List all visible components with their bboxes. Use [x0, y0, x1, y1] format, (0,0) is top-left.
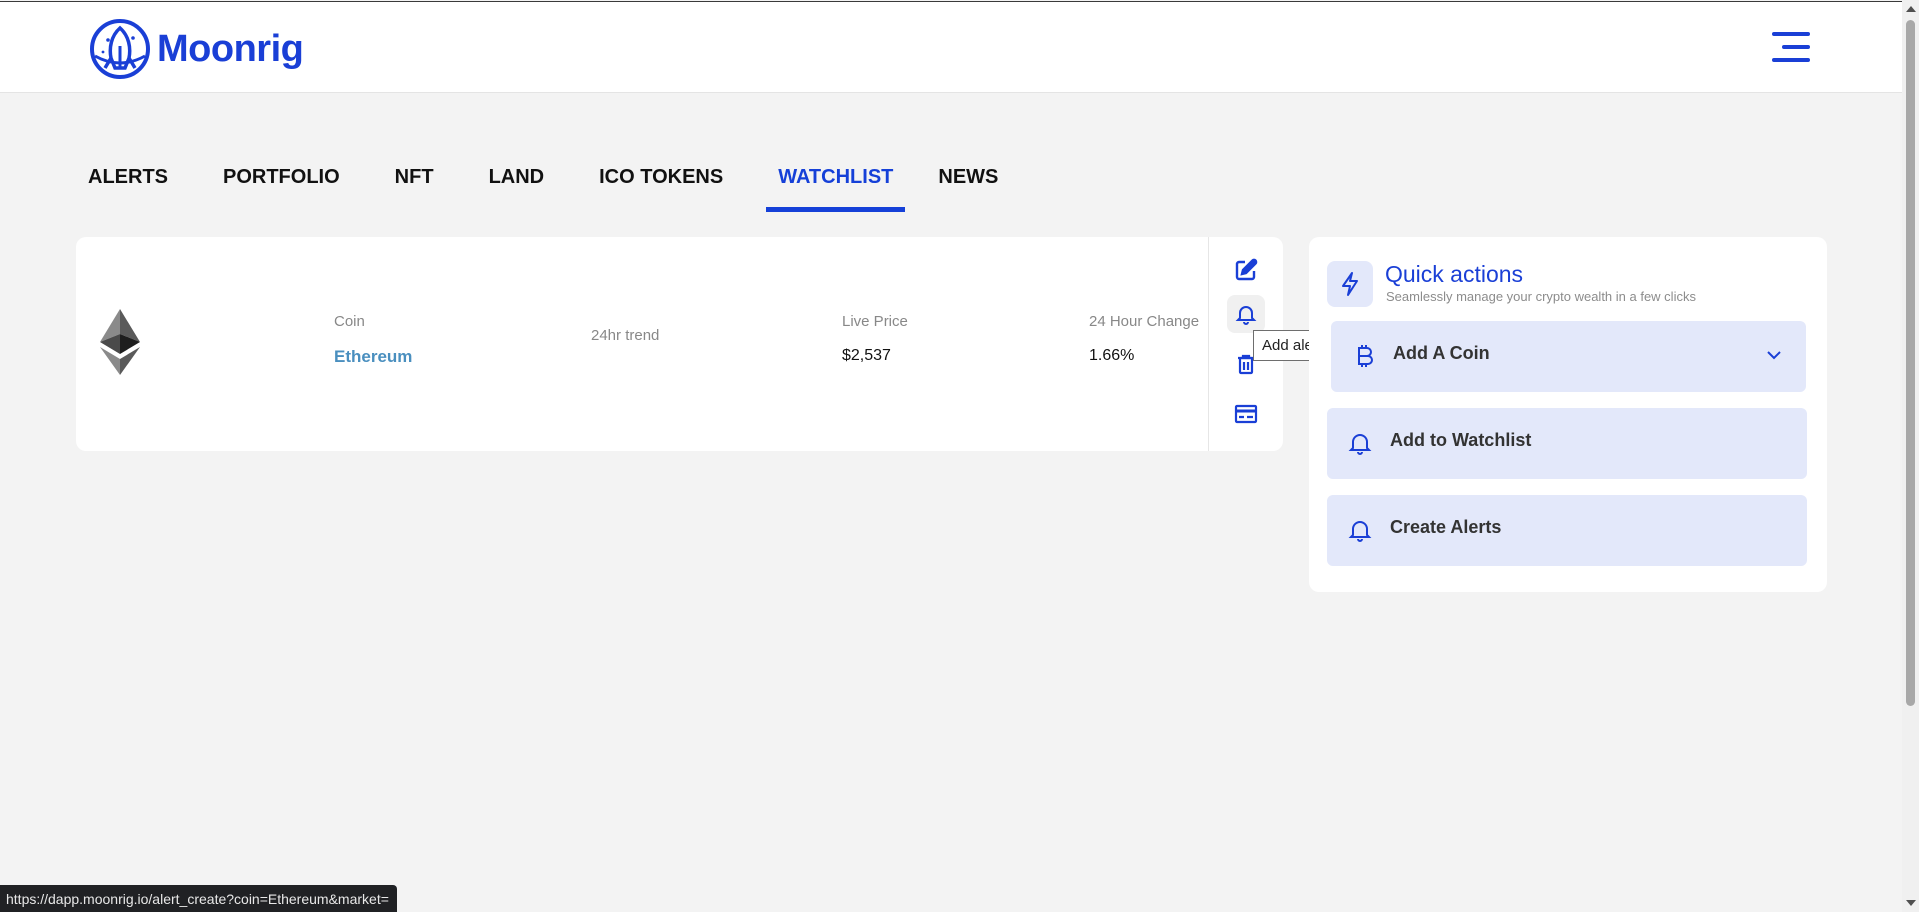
- tab-land[interactable]: LAND: [477, 160, 557, 212]
- tab-nft[interactable]: NFT: [383, 160, 446, 212]
- lightning-icon: [1327, 261, 1373, 307]
- ethereum-icon: [100, 309, 140, 375]
- bell-icon: [1348, 521, 1372, 542]
- tab-alerts[interactable]: ALERTS: [76, 160, 180, 212]
- scroll-up-icon[interactable]: [1906, 6, 1916, 12]
- live-price-value: $2,537: [842, 347, 891, 364]
- change-value: 1.66%: [1089, 347, 1135, 364]
- change-column-label: 24 Hour Change: [1089, 313, 1200, 330]
- quick-actions-panel: Quick actions Seamlessly manage your cry…: [1309, 237, 1827, 592]
- coin-name-link[interactable]: Ethereum: [334, 347, 412, 367]
- tab-portfolio[interactable]: PORTFOLIO: [211, 160, 352, 212]
- brand-name: Moonrig: [157, 27, 304, 70]
- add-to-watchlist-button[interactable]: Add to Watchlist: [1327, 408, 1807, 479]
- tab-watchlist[interactable]: WATCHLIST: [766, 160, 906, 212]
- add-a-coin-label: Add A Coin: [1393, 343, 1490, 363]
- scroll-thumb[interactable]: [1906, 20, 1915, 706]
- hamburger-menu-icon[interactable]: [1772, 32, 1812, 64]
- section-tabs: ALERTS PORTFOLIO NFT LAND ICO TOKENS WAT…: [76, 160, 1010, 212]
- trend-column-label: 24hr trend: [591, 327, 660, 344]
- bell-icon: [1348, 434, 1372, 455]
- status-bar-url: https://dapp.moonrig.io/alert_create?coi…: [0, 885, 397, 912]
- coin-column-label: Coin: [334, 313, 365, 330]
- quick-actions-subtitle: Seamlessly manage your crypto wealth in …: [1386, 289, 1696, 304]
- watchlist-row-card: Coin Ethereum 24hr trend Live Price $2,5…: [76, 237, 1283, 451]
- price-column-label: Live Price: [842, 313, 908, 330]
- card-icon[interactable]: [1227, 395, 1265, 433]
- chevron-down-icon[interactable]: [1764, 345, 1784, 365]
- moonrig-logo-icon: [90, 19, 150, 79]
- tab-ico-tokens[interactable]: ICO TOKENS: [587, 160, 735, 212]
- bitcoin-icon: [1358, 345, 1373, 367]
- page-scrollbar[interactable]: [1902, 0, 1919, 912]
- add-to-watchlist-label: Add to Watchlist: [1390, 430, 1532, 450]
- bell-icon[interactable]: [1227, 295, 1265, 333]
- create-alerts-button[interactable]: Create Alerts: [1327, 495, 1807, 566]
- tab-news[interactable]: NEWS: [926, 160, 1010, 212]
- scroll-down-icon[interactable]: [1906, 900, 1916, 906]
- create-alerts-label: Create Alerts: [1390, 517, 1502, 537]
- add-a-coin-button[interactable]: Add A Coin: [1331, 321, 1806, 392]
- quick-actions-title: Quick actions: [1385, 261, 1524, 287]
- brand-logo[interactable]: Moonrig: [89, 18, 304, 80]
- top-header: Moonrig: [0, 1, 1902, 93]
- edit-icon[interactable]: [1227, 251, 1265, 289]
